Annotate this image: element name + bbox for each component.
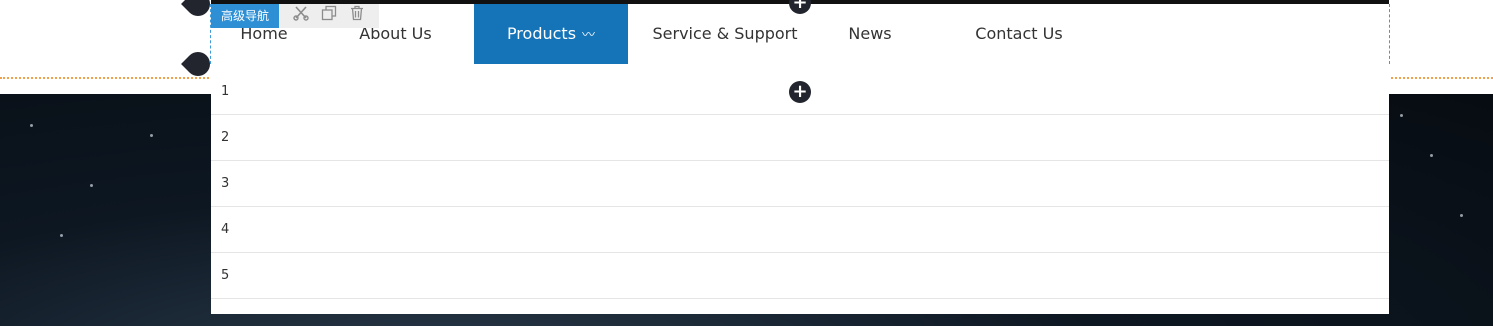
module-tag-label[interactable]: 高级导航 (211, 4, 280, 28)
star-decoration (1460, 214, 1463, 217)
nav-item-label: News (848, 24, 892, 43)
star-decoration (30, 124, 33, 127)
nav-item-label: Service & Support (652, 24, 798, 43)
list-item[interactable]: 5 (211, 253, 1389, 299)
nav-item-service[interactable]: Service & Support (628, 4, 822, 64)
nav-item-label: Contact Us (975, 24, 1063, 43)
module-tools (279, 4, 380, 28)
list-item-label: 2 (221, 130, 230, 145)
nav-item-contact[interactable]: Contact Us (918, 4, 1120, 64)
scissors-icon[interactable] (293, 4, 309, 28)
list-item[interactable]: 4 (211, 207, 1389, 253)
nav-item-label: Products (506, 24, 577, 43)
star-decoration (1430, 154, 1433, 157)
star-decoration (60, 234, 63, 237)
nav-item-news[interactable]: News (822, 4, 918, 64)
star-decoration (1400, 114, 1403, 117)
trash-icon[interactable] (349, 4, 365, 28)
star-decoration (150, 134, 153, 137)
wave-icon: 〰 (582, 28, 596, 43)
list-item-label: 4 (221, 222, 230, 237)
list-item[interactable]: 3 (211, 161, 1389, 207)
copy-icon[interactable] (321, 4, 337, 28)
star-decoration (90, 184, 93, 187)
list-item-label: 3 (221, 176, 230, 191)
add-module-icon[interactable]: + (789, 81, 811, 103)
module-toolbar: 高级导航 (211, 4, 380, 28)
list-item-label: 1 (221, 84, 230, 99)
list-item[interactable]: 2 (211, 115, 1389, 161)
list-item-label: 5 (221, 268, 230, 283)
nav-item-products[interactable]: Products 〰 (474, 4, 628, 64)
products-dropdown: 1 2 3 4 5 (211, 69, 1389, 314)
